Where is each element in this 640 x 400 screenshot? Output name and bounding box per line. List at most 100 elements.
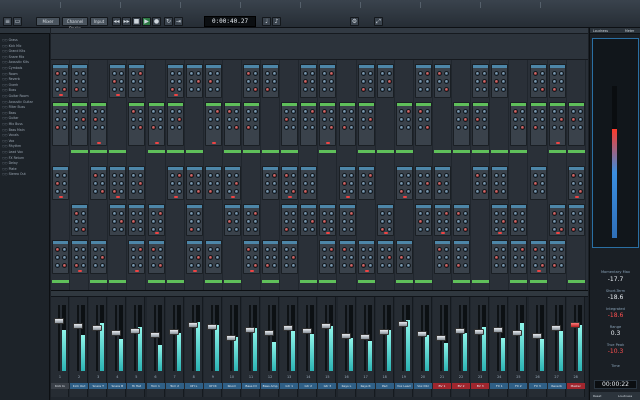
knob-icon[interactable]: [74, 255, 80, 260]
knob-icon[interactable]: [532, 247, 538, 252]
knob-icon[interactable]: [100, 181, 106, 186]
knob-icon[interactable]: [405, 125, 411, 130]
fader-handle[interactable]: [130, 327, 141, 334]
knob-icon[interactable]: [513, 263, 519, 268]
menu-icon[interactable]: ≡: [3, 17, 12, 26]
knob-icon[interactable]: [176, 79, 182, 84]
knob-icon[interactable]: [100, 247, 106, 252]
knob-icon[interactable]: [176, 125, 182, 130]
plugin-module[interactable]: [262, 64, 280, 98]
knob-icon[interactable]: [310, 173, 316, 178]
knob-icon[interactable]: [93, 263, 99, 268]
plugin-module[interactable]: [319, 204, 337, 236]
knob-icon[interactable]: [444, 227, 449, 232]
knob-icon[interactable]: [272, 71, 278, 76]
knob-icon[interactable]: [176, 173, 182, 178]
knob-icon[interactable]: [424, 181, 430, 186]
insert-bar[interactable]: [472, 280, 490, 283]
plugin-module[interactable]: [548, 64, 566, 98]
mixer-channel[interactable]: 9 OH R: [203, 297, 222, 397]
knob-icon[interactable]: [81, 71, 87, 76]
knob-icon[interactable]: [246, 79, 251, 84]
visibility-icon[interactable]: ○○: [2, 44, 8, 48]
plugin-module[interactable]: [128, 102, 146, 146]
knob-icon[interactable]: [444, 219, 449, 224]
channel-name[interactable]: Master: [566, 383, 585, 389]
knob-icon[interactable]: [188, 79, 194, 84]
plugin-module[interactable]: [300, 204, 318, 236]
plugin-module[interactable]: [434, 64, 451, 98]
knob-icon[interactable]: [520, 227, 526, 232]
knob-icon[interactable]: [456, 247, 462, 252]
knob-icon[interactable]: [291, 247, 297, 252]
visibility-icon[interactable]: ○○: [2, 111, 8, 115]
knob-icon[interactable]: [157, 219, 163, 224]
knob-icon[interactable]: [233, 211, 239, 216]
mixer-channel[interactable]: 7 Tom 2: [165, 297, 184, 397]
knob-icon[interactable]: [417, 71, 423, 76]
channel-name[interactable]: Reverb: [547, 383, 566, 389]
knob-icon[interactable]: [81, 255, 87, 260]
knob-icon[interactable]: [520, 125, 526, 130]
plugin-module[interactable]: [376, 64, 394, 98]
visibility-icon[interactable]: ○○: [2, 167, 8, 171]
knob-icon[interactable]: [405, 109, 411, 114]
knob-icon[interactable]: [501, 247, 507, 252]
knob-icon[interactable]: [138, 263, 144, 268]
knob-icon[interactable]: [501, 189, 507, 194]
knob-icon[interactable]: [214, 109, 220, 114]
knob-icon[interactable]: [131, 211, 137, 216]
knob-icon[interactable]: [456, 125, 462, 130]
fader-handle[interactable]: [512, 330, 523, 337]
knob-icon[interactable]: [558, 263, 564, 268]
knob-icon[interactable]: [386, 211, 392, 216]
knob-icon[interactable]: [520, 219, 526, 224]
plugin-module[interactable]: [453, 240, 471, 274]
fader-handle[interactable]: [187, 321, 198, 328]
knob-icon[interactable]: [226, 181, 232, 186]
insert-bar[interactable]: [434, 150, 451, 153]
knob-icon[interactable]: [437, 247, 442, 252]
knob-icon[interactable]: [150, 255, 156, 260]
knob-icon[interactable]: [119, 87, 125, 92]
knob-icon[interactable]: [475, 189, 481, 194]
knob-icon[interactable]: [253, 219, 258, 224]
knob-icon[interactable]: [577, 189, 583, 194]
insert-bar[interactable]: [319, 150, 337, 153]
knob-icon[interactable]: [150, 219, 156, 224]
knob-icon[interactable]: [214, 255, 220, 260]
knob-icon[interactable]: [367, 79, 373, 84]
visibility-icon[interactable]: ○○: [2, 94, 8, 98]
knob-icon[interactable]: [112, 79, 118, 84]
plugin-module[interactable]: [204, 240, 222, 274]
insert-bar[interactable]: [300, 280, 318, 283]
insert-bar[interactable]: [567, 150, 585, 153]
knob-icon[interactable]: [100, 263, 106, 268]
plugin-module[interactable]: [357, 166, 375, 200]
knob-icon[interactable]: [119, 219, 125, 224]
mixer-channel[interactable]: 12 Bass Amp: [261, 297, 280, 397]
knob-icon[interactable]: [437, 255, 442, 260]
knob-icon[interactable]: [62, 263, 67, 268]
knob-icon[interactable]: [463, 247, 469, 252]
knob-icon[interactable]: [475, 173, 481, 178]
knob-icon[interactable]: [138, 255, 144, 260]
mixer-channel[interactable]: 19 Vox Lead: [394, 297, 413, 397]
knob-icon[interactable]: [501, 219, 507, 224]
knob-icon[interactable]: [246, 125, 251, 130]
knob-icon[interactable]: [284, 125, 290, 130]
knob-icon[interactable]: [398, 125, 404, 130]
knob-icon[interactable]: [437, 79, 442, 84]
fader-handle[interactable]: [474, 329, 485, 335]
knob-icon[interactable]: [188, 247, 194, 252]
visibility-icon[interactable]: ○○: [2, 139, 8, 143]
insert-bar[interactable]: [109, 280, 127, 283]
knob-icon[interactable]: [265, 79, 271, 84]
plugin-module[interactable]: [472, 64, 490, 98]
insert-bar[interactable]: [166, 150, 184, 153]
knob-icon[interactable]: [437, 219, 442, 224]
knob-icon[interactable]: [214, 247, 220, 252]
knob-icon[interactable]: [233, 189, 239, 194]
fader-handle[interactable]: [149, 332, 160, 338]
channel-name[interactable]: BV 3: [471, 383, 490, 389]
